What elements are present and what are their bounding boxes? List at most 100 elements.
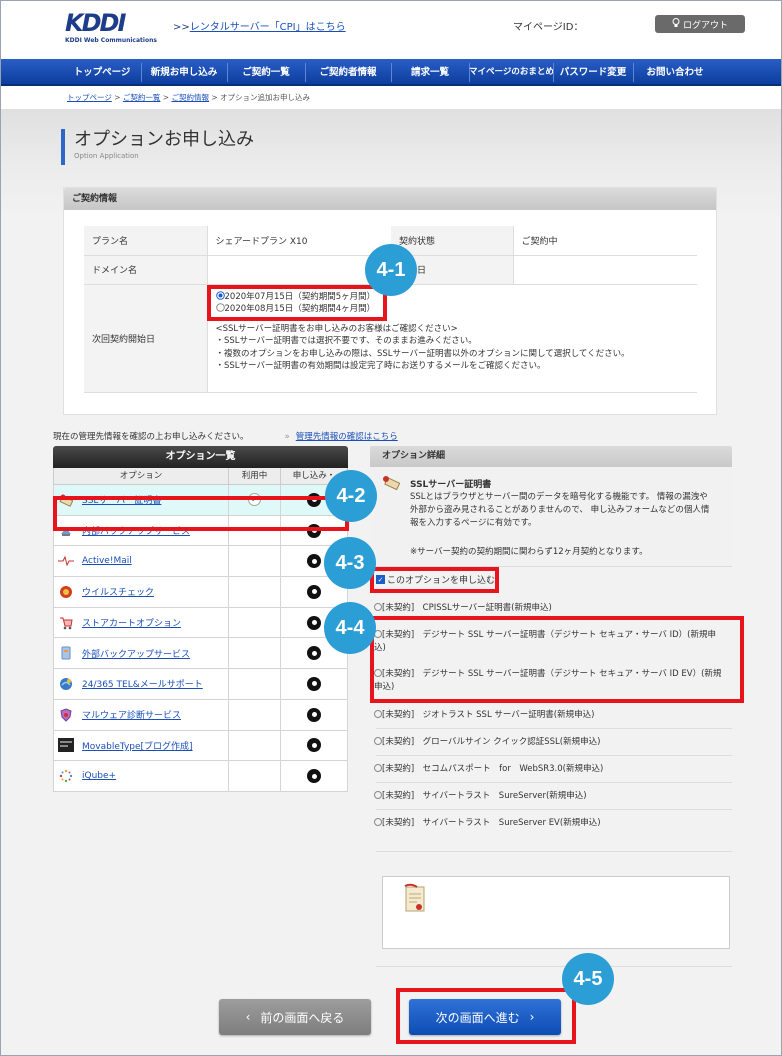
option-name[interactable]: ストアカートオプション xyxy=(82,616,181,629)
cert-option-label: [未契約] グローバルサイン クイック認証SSL(新規申込) xyxy=(382,737,601,747)
cert-option-label: [未契約] CPISSLサーバー証明書(新規申込) xyxy=(382,603,552,613)
list-item[interactable]: 外部バックアップサービス xyxy=(53,638,348,670)
cert-option-1[interactable]: [未契約] CPISSLサーバー証明書(新規申込) xyxy=(374,602,726,615)
in-use-cell xyxy=(229,730,281,761)
cert-option-5[interactable]: [未契約] グローバルサイン クイック認証SSL(新規申込) xyxy=(374,736,726,749)
cert-option-label: [未契約] セコムパスポート for WebSR3.0(新規申込) xyxy=(382,764,604,774)
breadcrumb: トップページ > ご契約一覧 > ご契約情報 > オプション追加お申し込み xyxy=(67,92,310,103)
rental-server-line: >>レンタルサーバー「CPI」はこちら xyxy=(173,18,346,33)
option-cell: MovableType[ブログ作成] xyxy=(54,730,229,761)
option-name[interactable]: Active!Mail xyxy=(82,556,132,566)
page-frame: KDDI KDDI Web Communications >>レンタルサーバー「… xyxy=(0,0,782,1056)
cart-icon xyxy=(58,615,74,631)
select-arrow-icon[interactable] xyxy=(307,615,321,630)
breadcrumb-contract-list[interactable]: ご契約一覧 xyxy=(123,93,161,102)
select-arrow-icon[interactable] xyxy=(307,646,321,661)
divider xyxy=(376,851,732,852)
nav-contact[interactable]: お問い合わせ xyxy=(633,59,717,86)
apply-cell xyxy=(281,700,347,730)
list-item[interactable]: 24/365 TEL&メールサポート xyxy=(53,669,348,700)
highlight-next-button xyxy=(396,988,576,1044)
in-use-cell xyxy=(229,638,281,669)
step-badge-4-1: 4-1 xyxy=(365,244,417,296)
breadcrumb-top[interactable]: トップページ xyxy=(67,93,112,102)
option-cell: ウイルスチェック xyxy=(54,577,229,607)
option-cell: 24/365 TEL&メールサポート xyxy=(54,669,229,699)
highlight-apply-checkbox xyxy=(370,567,499,593)
breadcrumb-sep: > xyxy=(208,93,221,102)
management-info-link[interactable]: 管理先情報の確認はこちら xyxy=(296,432,398,442)
in-use-cell xyxy=(229,669,281,699)
col-option: オプション xyxy=(54,468,229,484)
logout-button[interactable]: ログアウト xyxy=(655,15,745,33)
management-info-line: 現在の管理先情報を確認の上お申し込みください。 » 管理先情報の確認はこちら xyxy=(53,430,398,442)
option-cell: 外部バックアップサービス xyxy=(54,638,229,669)
breadcrumb-contract-info[interactable]: ご契約情報 xyxy=(171,93,209,102)
nav-contract-list[interactable]: ご契約一覧 xyxy=(227,59,305,86)
back-button-label: 前の画面へ戻る xyxy=(260,1010,345,1025)
option-name[interactable]: 24/365 TEL&メールサポート xyxy=(82,677,203,690)
breadcrumb-sep: > xyxy=(160,93,172,102)
list-item[interactable]: MovableType[ブログ作成] xyxy=(53,730,348,762)
kddi-logo[interactable]: KDDI KDDI Web Communications xyxy=(65,9,161,47)
movabletype-icon xyxy=(58,737,74,753)
nav-password-change[interactable]: パスワード変更 xyxy=(553,59,633,86)
apply-cell xyxy=(281,761,347,791)
page-title-en: Option Application xyxy=(74,152,139,160)
malware-icon xyxy=(58,707,74,723)
ssl-note-2: ・SSLサーバー証明書では選択不要です、そのままお進みください。 xyxy=(215,336,477,346)
back-button[interactable]: ‹ 前の画面へ戻る xyxy=(219,999,371,1035)
highlight-cert-options xyxy=(370,616,744,703)
in-use-cell xyxy=(229,699,281,730)
select-arrow-icon[interactable] xyxy=(307,554,321,569)
select-arrow-icon[interactable] xyxy=(307,707,321,722)
option-name[interactable]: 外部バックアップサービス xyxy=(82,647,190,660)
option-detail-panel: オプション詳細 SSLサーバー証明書 SSLとはブラウザとサーバー間のデータを暗… xyxy=(370,446,732,984)
option-name[interactable]: iQube+ xyxy=(82,771,116,781)
in-use-cell xyxy=(229,577,281,607)
next-start-label: 次回契約開始日 xyxy=(84,284,208,393)
select-arrow-icon[interactable] xyxy=(307,676,321,691)
in-use-cell xyxy=(229,546,281,577)
divider xyxy=(376,809,732,810)
option-name[interactable]: ウイルスチェック xyxy=(82,585,154,598)
col-in-use: 利用中 xyxy=(229,468,281,484)
nav-mypage-summary[interactable]: マイページのおまとめ xyxy=(469,59,554,86)
list-item[interactable]: ストアカートオプション xyxy=(53,607,348,639)
nav-new-application[interactable]: 新規お申し込み xyxy=(141,59,227,86)
list-item[interactable]: Active!Mail xyxy=(53,546,348,578)
nav-billing-list[interactable]: 請求一覧 xyxy=(391,59,469,86)
chevron-left-icon: ‹ xyxy=(245,1010,251,1024)
option-name[interactable]: マルウェア診断サービス xyxy=(82,708,181,721)
certificate-icon xyxy=(382,475,401,495)
mypage-id-label: マイページID： xyxy=(513,22,584,33)
option-list-columns: オプション 利用中 申し込み・ xyxy=(53,468,348,485)
cert-option-4[interactable]: [未契約] ジオトラスト SSL サーバー証明書(新規申込) xyxy=(374,709,726,722)
contract-info-panel: ご契約情報 プラン名 シェアードプラン X10 契約状態 ご契約中 ドメイン名 … xyxy=(63,187,717,415)
global-nav: トップページ 新規お申し込み ご契約一覧 ご契約者情報 請求一覧 マイページのお… xyxy=(1,59,781,86)
option-detail-heading: オプション詳細 xyxy=(370,446,732,467)
radio-icon xyxy=(374,791,382,799)
cert-option-8[interactable]: [未契約] サイバートラスト SureServer EV(新規申込) xyxy=(374,817,726,830)
page-title-block: オプションお申し込み Option Application xyxy=(61,129,254,165)
mail-icon xyxy=(58,553,74,569)
rental-server-link[interactable]: レンタルサーバー「CPI」はこちら xyxy=(190,22,346,33)
breadcrumb-current: オプション追加お申し込み xyxy=(220,93,311,102)
cert-option-7[interactable]: [未契約] サイバートラスト SureServer(新規申込) xyxy=(374,790,726,803)
table-row: 次回契約開始日 2020年07月15日（契約期間5ヶ月間） 2020年08月15… xyxy=(84,284,697,393)
option-name[interactable]: MovableType[ブログ作成] xyxy=(82,739,193,752)
double-arrow-icon: » xyxy=(284,432,290,442)
radio-icon xyxy=(374,603,382,611)
option-cell: マルウェア診断サービス xyxy=(54,699,229,730)
select-arrow-icon[interactable] xyxy=(307,738,321,753)
option-list-heading: オプション一覧 xyxy=(53,446,348,468)
select-arrow-icon[interactable] xyxy=(307,769,321,784)
nav-contractor-info[interactable]: ご契約者情報 xyxy=(305,59,391,86)
nav-top[interactable]: トップページ xyxy=(63,59,141,86)
list-item[interactable]: ウイルスチェック xyxy=(53,577,348,608)
list-item[interactable]: マルウェア診断サービス xyxy=(53,699,348,731)
select-arrow-icon[interactable] xyxy=(307,584,321,599)
list-item[interactable]: iQube+ xyxy=(53,761,348,792)
ssl-note-4: ・SSLサーバー証明書の有効期間は設定完了時にお送りするメールをご確認ください。 xyxy=(215,361,546,371)
cert-option-6[interactable]: [未契約] セコムパスポート for WebSR3.0(新規申込) xyxy=(374,763,726,776)
